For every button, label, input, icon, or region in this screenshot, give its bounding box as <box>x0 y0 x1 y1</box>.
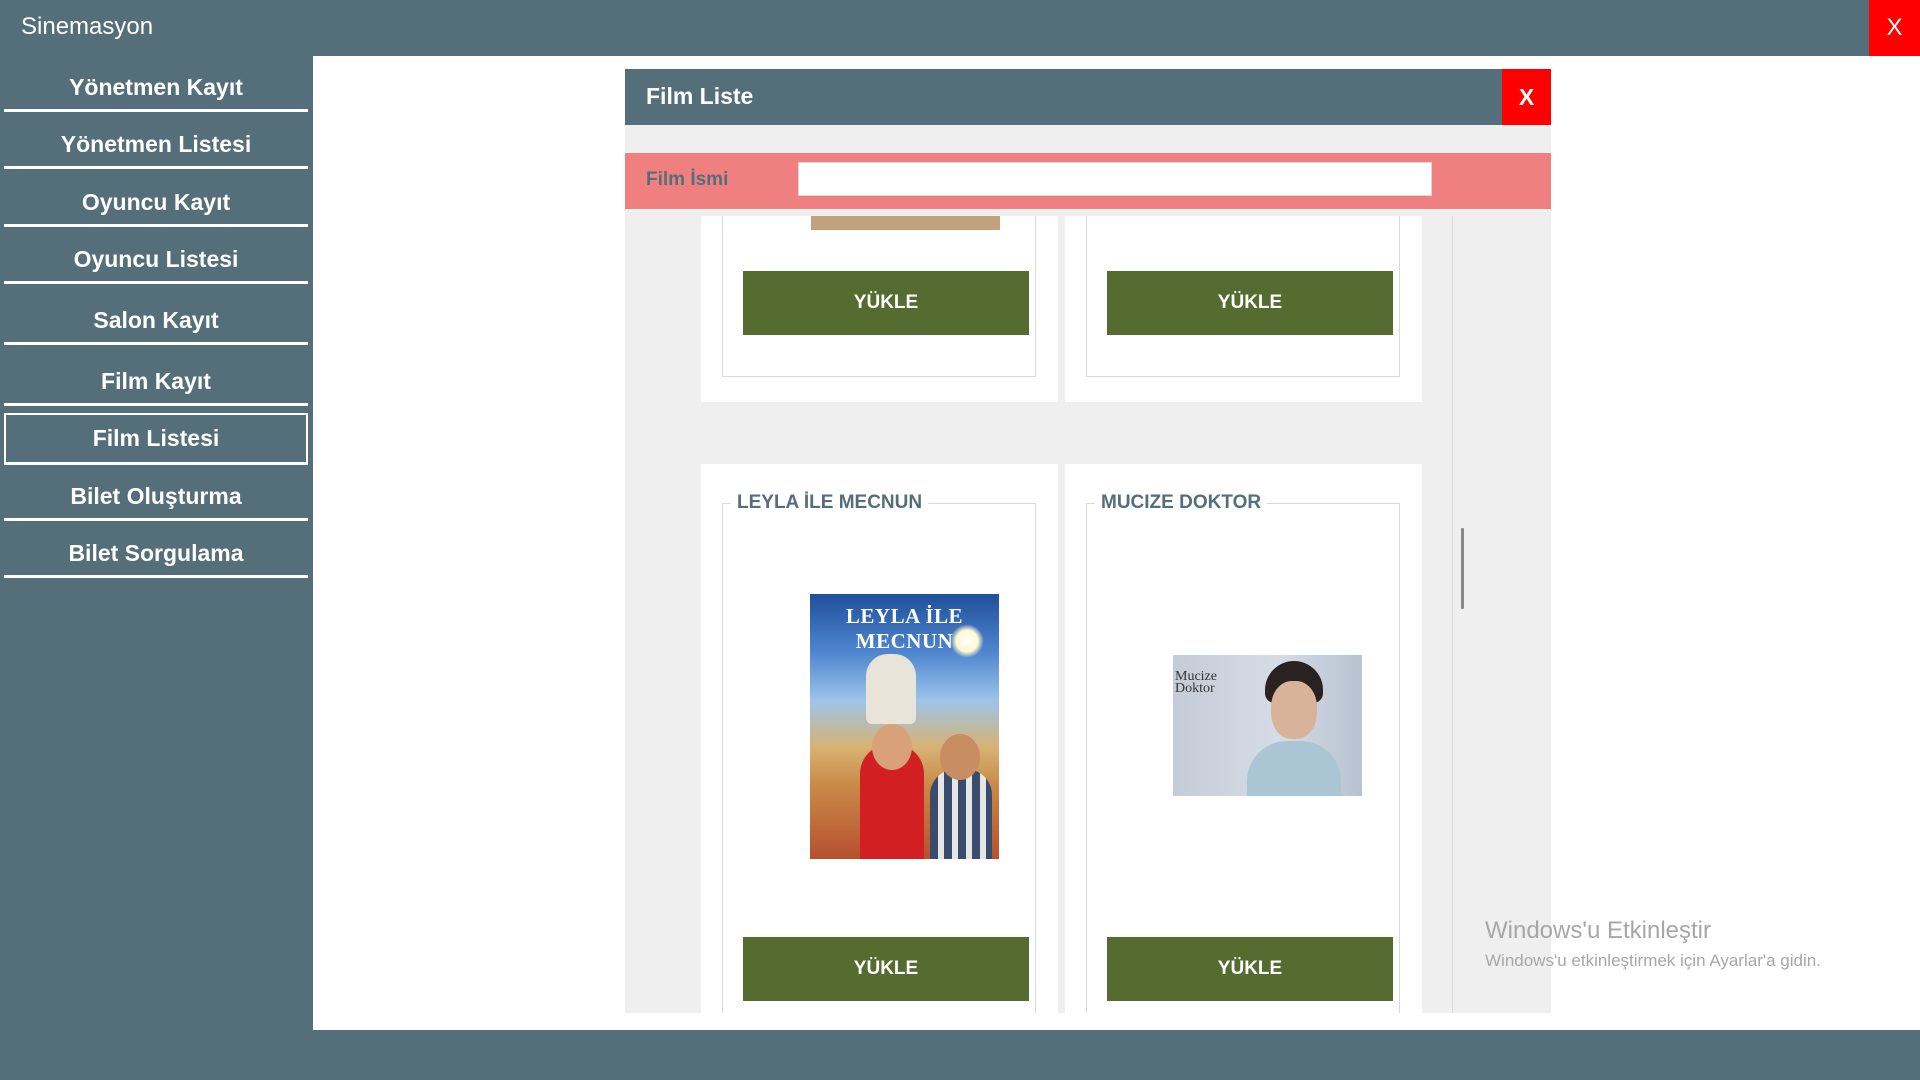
film-card: LEYLA İLE MECNUN LEYLA İLE MECNUN YÜKLE <box>701 464 1058 1013</box>
film-card-group: YÜKLE <box>1086 216 1400 377</box>
film-yukle-button[interactable]: YÜKLE <box>1107 271 1393 335</box>
sidebar-item-oyuncu-listesi[interactable]: Oyuncu Listesi <box>4 238 308 284</box>
film-poster: Mucize Doktor <box>1173 655 1362 796</box>
poster-title-text: LEYLA İLE MECNUN <box>845 604 964 653</box>
windows-activation-watermark: Windows'u Etkinleştir Windows'u etkinleş… <box>1485 917 1821 971</box>
film-card-group: LEYLA İLE MECNUN LEYLA İLE MECNUN YÜKLE <box>722 492 1036 1013</box>
sidebar-item-yonetmen-kayit[interactable]: Yönetmen Kayıt <box>4 66 308 112</box>
film-poster: LEYLA İLE MECNUN <box>810 594 999 859</box>
film-yukle-button[interactable]: YÜKLE <box>1107 937 1393 1001</box>
film-card-title: LEYLA İLE MECNUN <box>731 492 929 514</box>
film-list-scroll-area[interactable]: YÜKLE YÜKLE LEYLA İLE MECNUN LEYLA İLE M… <box>625 216 1551 1013</box>
sidebar-item-film-listesi[interactable]: Film Listesi <box>4 413 308 465</box>
sidebar-item-film-kayit[interactable]: Film Kayıt <box>4 360 308 406</box>
film-search-label: Film İsmi <box>646 169 729 190</box>
film-card: YÜKLE <box>1065 216 1422 402</box>
film-yukle-button[interactable]: YÜKLE <box>743 271 1029 335</box>
film-list-window: Film Liste X Film İsmi YÜKLE YÜKLE LEYLA… <box>625 69 1551 1013</box>
sidebar: Yönetmen Kayıt Yönetmen Listesi Oyuncu K… <box>0 56 313 1030</box>
film-list-header: Film Liste X <box>625 69 1551 125</box>
poster-figure <box>940 734 980 780</box>
watermark-title: Windows'u Etkinleştir <box>1485 917 1711 944</box>
scrollbar-thumb[interactable] <box>1461 528 1464 609</box>
film-card-group: YÜKLE <box>722 216 1036 377</box>
film-poster <box>811 216 1000 230</box>
film-search-bar: Film İsmi <box>625 153 1551 209</box>
sidebar-item-salon-kayit[interactable]: Salon Kayıt <box>4 299 308 345</box>
app-title: Sinemasyon <box>21 13 154 40</box>
film-list-title: Film Liste <box>646 83 754 109</box>
poster-figure <box>866 654 916 724</box>
film-card-title: MUCIZE DOKTOR <box>1095 492 1268 514</box>
poster-figure <box>872 724 912 770</box>
sidebar-item-yonetmen-listesi[interactable]: Yönetmen Listesi <box>4 123 308 169</box>
poster-figure <box>1247 741 1341 796</box>
sidebar-item-bilet-olusturma[interactable]: Bilet Oluşturma <box>4 475 308 521</box>
film-card: MUCIZE DOKTOR Mucize Doktor YÜKLE <box>1065 464 1422 1013</box>
film-yukle-button[interactable]: YÜKLE <box>743 937 1029 1001</box>
app-close-button[interactable]: X <box>1869 0 1920 56</box>
sidebar-item-oyuncu-kayit[interactable]: Oyuncu Kayıt <box>4 181 308 227</box>
film-card-group: MUCIZE DOKTOR Mucize Doktor YÜKLE <box>1086 492 1400 1013</box>
watermark-subtitle: Windows'u etkinleştirmek için Ayarlar'a … <box>1485 951 1821 970</box>
film-list-close-button[interactable]: X <box>1502 69 1551 125</box>
film-search-input[interactable] <box>798 162 1432 196</box>
poster-figure <box>1271 681 1317 739</box>
app-titlebar: Sinemasyon X <box>0 0 1920 56</box>
film-card: YÜKLE <box>701 216 1058 402</box>
scrollbar-track <box>1452 216 1453 1013</box>
poster-figure <box>930 769 992 859</box>
poster-title-text: Mucize Doktor <box>1175 669 1217 696</box>
sidebar-item-bilet-sorgulama[interactable]: Bilet Sorgulama <box>4 532 308 578</box>
